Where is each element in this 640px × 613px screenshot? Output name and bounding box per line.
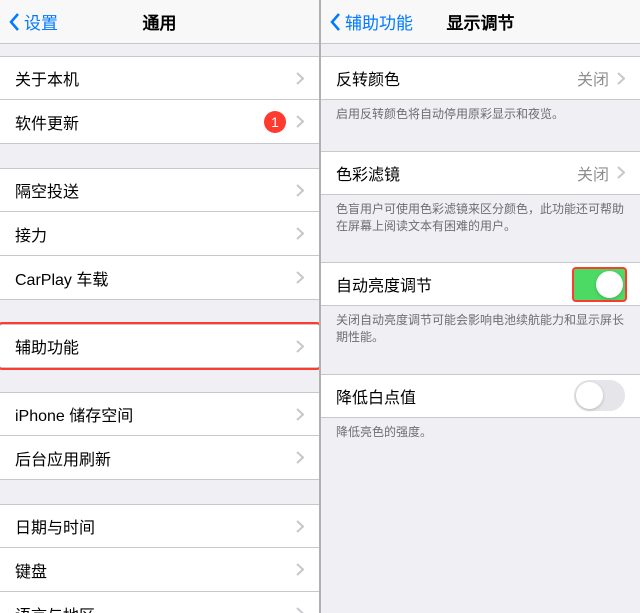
settings-row[interactable]: 日期与时间 — [0, 504, 319, 548]
left-header: 设置 通用 — [0, 0, 319, 44]
row-label: 键盘 — [15, 558, 296, 582]
row-label: 色彩滤镜 — [336, 161, 577, 185]
switch-knob — [596, 271, 623, 298]
chevron-right-icon — [296, 520, 304, 533]
chevron-right-icon — [296, 271, 304, 284]
settings-row[interactable]: iPhone 储存空间 — [0, 392, 319, 436]
chevron-right-icon — [296, 451, 304, 464]
row-label: 接力 — [15, 222, 296, 246]
page-title-left: 通用 — [143, 9, 177, 34]
row-label: 辅助功能 — [15, 334, 296, 358]
chevron-right-icon — [296, 72, 304, 85]
left-panel: 设置 通用 关于本机软件更新1 隔空投送接力 CarPlay 车载辅助功能 iPhon… — [0, 0, 321, 613]
back-button-left[interactable]: 设置 — [8, 9, 58, 34]
chevron-right-icon — [296, 227, 304, 240]
page-title-right: 显示调节 — [447, 9, 515, 34]
back-label: 设置 — [24, 9, 58, 34]
badge: 1 — [264, 111, 286, 133]
row-label: 日期与时间 — [15, 514, 296, 538]
row-label: 反转颜色 — [336, 66, 577, 90]
right-body: 反转颜色关闭启用反转颜色将自动停用原彩显示和夜览。色彩滤镜关闭色盲用户可使用色彩… — [321, 44, 640, 613]
row-value: 关闭 — [577, 66, 609, 90]
settings-row[interactable]: 自动亮度调节 — [321, 262, 640, 306]
chevron-right-icon — [617, 166, 625, 179]
row-label: CarPlay 车载 — [15, 266, 296, 290]
chevron-right-icon — [296, 115, 304, 128]
row-label: 自动亮度调节 — [336, 272, 574, 296]
row-label: 后台应用刷新 — [15, 446, 296, 470]
toggle-switch[interactable] — [574, 380, 625, 411]
row-label: 软件更新 — [15, 110, 264, 134]
chevron-left-icon — [8, 12, 20, 32]
left-body: 关于本机软件更新1 隔空投送接力 CarPlay 车载辅助功能 iPhone 储存空间… — [0, 44, 319, 613]
chevron-right-icon — [296, 184, 304, 197]
settings-row[interactable]: 反转颜色关闭 — [321, 56, 640, 100]
settings-row[interactable]: 软件更新1 — [0, 100, 319, 144]
row-label: 降低白点值 — [336, 384, 574, 408]
settings-row[interactable]: 色彩滤镜关闭 — [321, 151, 640, 195]
row-value: 关闭 — [577, 161, 609, 185]
right-panel: 辅助功能 显示调节 反转颜色关闭启用反转颜色将自动停用原彩显示和夜览。色彩滤镜关… — [321, 0, 640, 613]
chevron-right-icon — [296, 563, 304, 576]
chevron-left-icon — [329, 12, 341, 32]
back-button-right[interactable]: 辅助功能 — [329, 9, 413, 34]
settings-row[interactable]: 关于本机 — [0, 56, 319, 100]
toggle-switch[interactable] — [574, 269, 625, 300]
group-footer: 关闭自动亮度调节可能会影响电池续航能力和显示屏长期性能。 — [321, 306, 640, 350]
row-label: 隔空投送 — [15, 178, 296, 202]
settings-row[interactable]: 后台应用刷新 — [0, 436, 319, 480]
switch-knob — [576, 382, 603, 409]
back-label: 辅助功能 — [345, 9, 413, 34]
settings-row[interactable]: CarPlay 车载 — [0, 256, 319, 300]
row-label: iPhone 储存空间 — [15, 402, 296, 426]
chevron-right-icon — [296, 340, 304, 353]
row-label: 关于本机 — [15, 66, 296, 90]
chevron-right-icon — [296, 408, 304, 421]
settings-row[interactable]: 降低白点值 — [321, 374, 640, 418]
row-label: 语言与地区 — [15, 602, 296, 613]
settings-row[interactable]: 键盘 — [0, 548, 319, 592]
settings-row[interactable]: 辅助功能 — [0, 324, 319, 368]
right-header: 辅助功能 显示调节 — [321, 0, 640, 44]
settings-row[interactable]: 接力 — [0, 212, 319, 256]
chevron-right-icon — [296, 607, 304, 613]
chevron-right-icon — [617, 72, 625, 85]
settings-row[interactable]: 语言与地区 — [0, 592, 319, 613]
group-footer: 启用反转颜色将自动停用原彩显示和夜览。 — [321, 100, 640, 127]
group-footer: 降低亮色的强度。 — [321, 418, 640, 445]
settings-row[interactable]: 隔空投送 — [0, 168, 319, 212]
group-footer: 色盲用户可使用色彩滤镜来区分颜色，此功能还可帮助在屏幕上阅读文本有困难的用户。 — [321, 195, 640, 239]
